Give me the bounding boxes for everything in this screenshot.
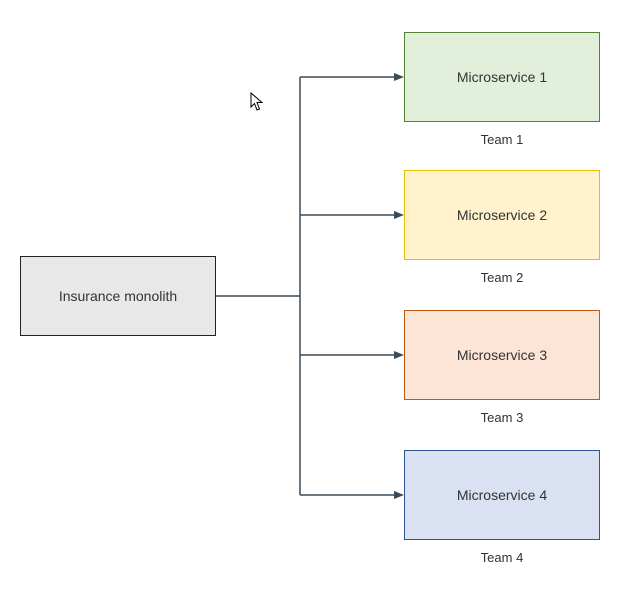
team-caption-1: Team 1 (404, 132, 600, 147)
microservice-box-4: Microservice 4 (404, 450, 600, 540)
team-caption-4: Team 4 (404, 550, 600, 565)
microservice-label-2: Microservice 2 (457, 207, 547, 223)
microservice-label-3: Microservice 3 (457, 347, 547, 363)
monolith-label: Insurance monolith (59, 288, 177, 304)
microservice-label-4: Microservice 4 (457, 487, 547, 503)
team-caption-2: Team 2 (404, 270, 600, 285)
microservice-label-1: Microservice 1 (457, 69, 547, 85)
team-caption-3: Team 3 (404, 410, 600, 425)
microservice-box-1: Microservice 1 (404, 32, 600, 122)
microservice-box-3: Microservice 3 (404, 310, 600, 400)
microservice-box-2: Microservice 2 (404, 170, 600, 260)
monolith-box: Insurance monolith (20, 256, 216, 336)
cursor-icon (250, 92, 264, 112)
